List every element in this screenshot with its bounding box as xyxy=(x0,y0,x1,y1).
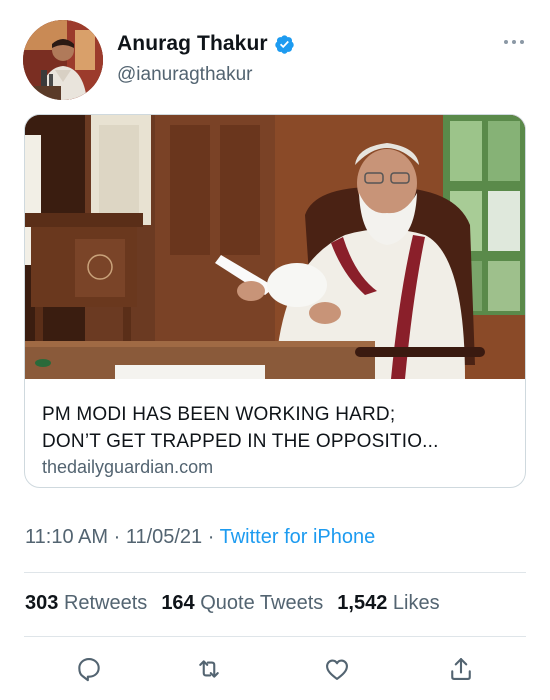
tweet-source-link[interactable]: Twitter for iPhone xyxy=(220,526,376,548)
verified-badge-icon xyxy=(274,34,294,54)
reply-icon-glyph xyxy=(78,658,100,682)
quote-tweets-count: 164 xyxy=(161,592,195,614)
more-dot xyxy=(512,40,516,44)
like-icon[interactable] xyxy=(320,652,354,686)
link-preview-image xyxy=(25,115,525,379)
reply-icon[interactable] xyxy=(72,652,106,686)
avatar-photo xyxy=(23,20,103,100)
engagement-stats: 303 Retweets 164 Quote Tweets 1,542 Like… xyxy=(25,592,440,615)
more-dot xyxy=(504,40,508,44)
avatar[interactable] xyxy=(23,20,103,100)
tweet-date[interactable]: 11/05/21 xyxy=(126,526,202,548)
link-preview-title-line-2: DON’T GET TRAPPED IN THE OPPOSITIO... xyxy=(42,431,439,452)
retweet-icon[interactable] xyxy=(192,652,226,686)
share-icon-glyph xyxy=(451,658,471,680)
quote-tweets-label: Quote Tweets xyxy=(200,592,324,614)
tweet-meta: 11:10 AM · 11/05/21 · Twitter for iPhone xyxy=(25,526,375,549)
likes-count: 1,542 xyxy=(337,592,388,614)
author-name[interactable]: Anurag Thakur xyxy=(117,32,268,56)
author-handle[interactable]: @ianuragthakur xyxy=(117,64,252,86)
link-preview-title-line-1: PM MODI HAS BEEN WORKING HARD; xyxy=(42,404,396,425)
meta-separator: · xyxy=(202,526,220,548)
likes-label: Likes xyxy=(392,592,440,614)
more-dot xyxy=(520,40,524,44)
link-preview-title: PM MODI HAS BEEN WORKING HARD; DON’T GET… xyxy=(42,401,512,455)
link-preview-card[interactable]: PM MODI HAS BEEN WORKING HARD; DON’T GET… xyxy=(24,114,526,488)
quote-tweets-stat[interactable]: 164 Quote Tweets xyxy=(161,592,323,615)
link-preview-domain: thedailyguardian.com xyxy=(42,457,214,477)
retweets-stat[interactable]: 303 Retweets xyxy=(25,592,147,615)
retweet-icon-glyph xyxy=(199,660,219,678)
tweet: Anurag Thakur @ianuragthakur PM MODI HAS… xyxy=(0,0,550,700)
divider xyxy=(24,572,526,573)
divider xyxy=(24,636,526,637)
like-icon-glyph xyxy=(326,659,348,680)
author-name-row[interactable]: Anurag Thakur xyxy=(117,32,295,56)
likes-stat[interactable]: 1,542 Likes xyxy=(337,592,439,615)
tweet-time[interactable]: 11:10 AM xyxy=(25,526,108,548)
more-options-icon[interactable] xyxy=(504,34,524,50)
share-icon[interactable] xyxy=(444,652,478,686)
retweets-label: Retweets xyxy=(63,592,148,614)
meta-separator: · xyxy=(108,526,126,548)
retweets-count: 303 xyxy=(25,592,59,614)
tweet-action-bar xyxy=(0,646,550,690)
